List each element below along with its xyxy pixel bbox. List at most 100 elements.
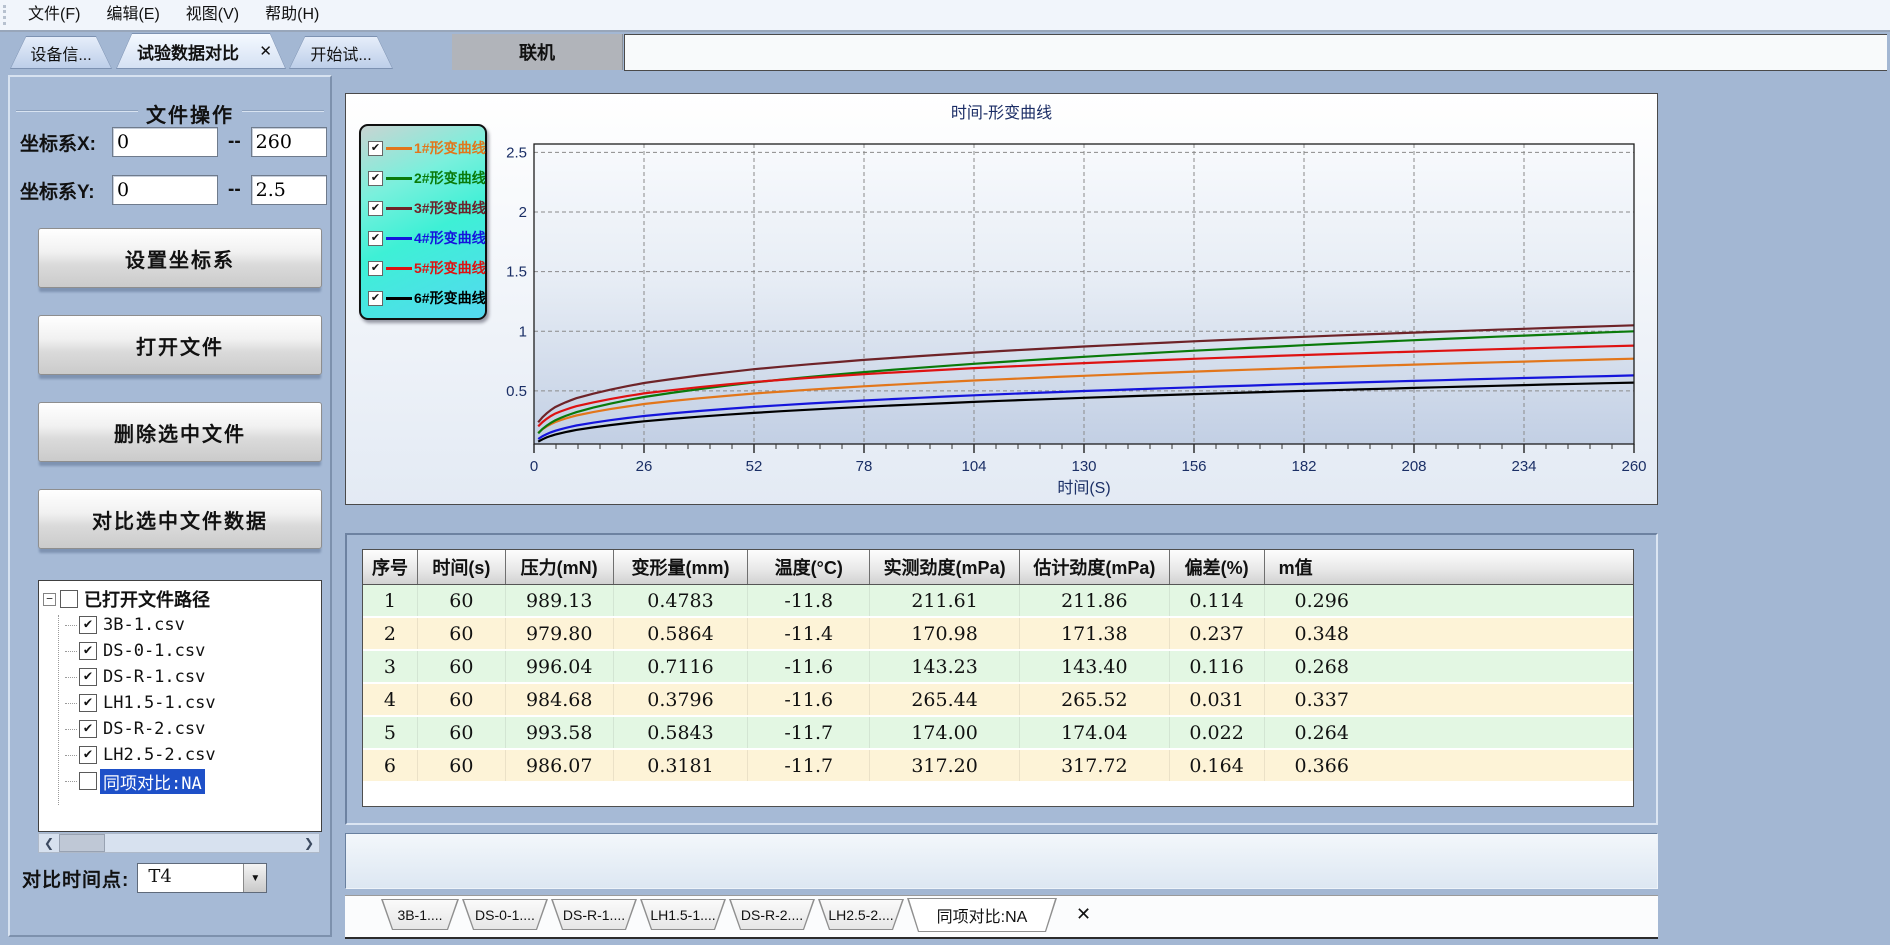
legend-item-4[interactable]: ✔5#形变曲线: [368, 258, 486, 278]
table-row-4[interactable]: 560993.580.5843-11.7174.00174.040.0220.2…: [363, 717, 1633, 750]
file-tab-5[interactable]: LH2.5-2....: [818, 899, 904, 930]
column-header-0[interactable]: 序号: [363, 550, 418, 584]
table-row-2[interactable]: 360996.040.7116-11.6143.23143.400.1160.2…: [363, 651, 1633, 684]
legend-item-0[interactable]: ✔1#形变曲线: [368, 138, 486, 158]
coord-y-max-input[interactable]: [251, 175, 327, 205]
tree-item-checkbox[interactable]: ✔: [79, 616, 97, 634]
tree-item-checkbox[interactable]: ✔: [79, 668, 97, 686]
coord-x-max-input[interactable]: [251, 127, 327, 157]
delete-selected-file-button[interactable]: 删除选中文件: [38, 402, 322, 462]
legend-checkbox[interactable]: ✔: [368, 201, 383, 216]
groupbox-title: 文件操作: [138, 99, 242, 128]
opened-files-tree: −已打开文件路径✔3B-1.csv✔DS-0-1.csv✔DS-R-1.csv✔…: [38, 580, 322, 832]
table-cell: 0.5843: [614, 717, 749, 748]
compare-selected-files-button[interactable]: 对比选中文件数据: [38, 489, 322, 549]
table-cell: 211.61: [870, 585, 1020, 616]
tree-branch-line: [65, 676, 77, 678]
menu-item-3[interactable]: 帮助(H): [252, 1, 332, 29]
column-header-8[interactable]: m值: [1265, 550, 1633, 584]
tree-expander-icon[interactable]: −: [43, 593, 56, 606]
column-header-4[interactable]: 温度(°C): [748, 550, 870, 584]
file-tab-6[interactable]: 同项对比:NA: [907, 898, 1057, 932]
tree-item-checkbox[interactable]: ✔: [79, 746, 97, 764]
set-axes-button[interactable]: 设置坐标系: [38, 228, 322, 288]
legend-item-1[interactable]: ✔2#形变曲线: [368, 168, 486, 188]
table-cell: 979.80: [506, 618, 614, 649]
legend-line-sample: [386, 147, 412, 150]
coord-x-min-input[interactable]: [112, 127, 218, 157]
menu-bar: 文件(F)编辑(E)视图(V)帮助(H): [0, 0, 1890, 32]
file-tab-3[interactable]: LH1.5-1....: [640, 899, 726, 930]
tree-item-checkbox[interactable]: ✔: [79, 642, 97, 660]
tree-item-checkbox[interactable]: [79, 772, 97, 790]
table-cell: 3: [363, 651, 418, 682]
column-header-2[interactable]: 压力(mN): [506, 550, 614, 584]
column-header-6[interactable]: 估计劲度(mPa): [1020, 550, 1170, 584]
legend-checkbox[interactable]: ✔: [368, 261, 383, 276]
tree-item-label: 同项对比:NA: [100, 769, 205, 794]
coord-x-row: 坐标系X: --: [20, 125, 327, 159]
menu-item-0[interactable]: 文件(F): [15, 1, 93, 29]
tree-item-1[interactable]: ✔DS-0-1.csv: [39, 638, 321, 664]
tree-item-2[interactable]: ✔DS-R-1.csv: [39, 664, 321, 690]
tree-item-4[interactable]: ✔DS-R-2.csv: [39, 716, 321, 742]
chart-title: 时间-形变曲线: [346, 99, 1657, 123]
table-cell: 174.04: [1020, 717, 1170, 748]
file-tab-bar: 3B-1....DS-0-1....DS-R-1....LH1.5-1....D…: [345, 895, 1658, 939]
menu-item-1[interactable]: 编辑(E): [93, 1, 172, 29]
legend-item-2[interactable]: ✔3#形变曲线: [368, 198, 486, 218]
tab-start-test[interactable]: 开始试...: [289, 36, 393, 69]
compare-time-select[interactable]: T4 ▼: [137, 863, 267, 893]
tree-item-0[interactable]: ✔3B-1.csv: [39, 612, 321, 638]
column-header-5[interactable]: 实测劲度(mPa): [870, 550, 1020, 584]
legend-checkbox[interactable]: ✔: [368, 291, 383, 306]
file-tab-1[interactable]: DS-0-1....: [462, 899, 548, 930]
table-cell: 0.264: [1265, 717, 1633, 748]
tree-item-label: DS-0-1.csv: [100, 641, 208, 661]
tab-test-data-compare[interactable]: 试验数据对比✕: [116, 33, 286, 69]
tree-horizontal-scrollbar[interactable]: ❮ ❯: [38, 833, 320, 853]
table-row-5[interactable]: 660986.070.3181-11.7317.20317.720.1640.3…: [363, 750, 1633, 783]
tree-item-checkbox[interactable]: ✔: [79, 720, 97, 738]
online-status-button[interactable]: 联机: [452, 34, 623, 70]
legend-item-5[interactable]: ✔6#形变曲线: [368, 288, 486, 308]
column-header-1[interactable]: 时间(s): [418, 550, 506, 584]
table-row-3[interactable]: 460984.680.3796-11.6265.44265.520.0310.3…: [363, 684, 1633, 717]
tree-item-6[interactable]: 同项对比:NA: [39, 768, 321, 794]
file-tab-4[interactable]: DS-R-2....: [729, 899, 815, 930]
scrollbar-left-arrow[interactable]: ❮: [39, 834, 59, 852]
column-header-3[interactable]: 变形量(mm): [614, 550, 749, 584]
dropdown-arrow-icon[interactable]: ▼: [243, 864, 266, 892]
table-row-1[interactable]: 260979.800.5864-11.4170.98171.380.2370.3…: [363, 618, 1633, 651]
tree-item-checkbox[interactable]: ✔: [79, 694, 97, 712]
svg-text:182: 182: [1291, 458, 1316, 475]
chart-panel: 时间-形变曲线 02652781041301561822082342600.51…: [345, 93, 1658, 505]
tree-root-checkbox[interactable]: [60, 590, 78, 608]
legend-line-sample: [386, 207, 412, 210]
legend-line-sample: [386, 177, 412, 180]
menu-item-2[interactable]: 视图(V): [173, 1, 252, 29]
legend-checkbox[interactable]: ✔: [368, 141, 383, 156]
coord-y-min-input[interactable]: [112, 175, 218, 205]
tab-device-info[interactable]: 设备信...: [10, 36, 112, 69]
app-window: 文件(F)编辑(E)视图(V)帮助(H) 联机 设备信...试验数据对比✕开始试…: [0, 0, 1890, 945]
table-cell: 4: [363, 684, 418, 715]
file-tab-2[interactable]: DS-R-1....: [551, 899, 637, 930]
legend-item-3[interactable]: ✔4#形变曲线: [368, 228, 486, 248]
tab-label: 同项对比:NA: [908, 899, 1056, 931]
tree-item-5[interactable]: ✔LH2.5-2.csv: [39, 742, 321, 768]
tree-item-3[interactable]: ✔LH1.5-1.csv: [39, 690, 321, 716]
table-cell: 265.52: [1020, 684, 1170, 715]
column-header-7[interactable]: 偏差(%): [1170, 550, 1265, 584]
table-row-0[interactable]: 160989.130.4783-11.8211.61211.860.1140.2…: [363, 585, 1633, 618]
legend-checkbox[interactable]: ✔: [368, 171, 383, 186]
open-file-button[interactable]: 打开文件: [38, 315, 322, 375]
close-tab-icon[interactable]: ✕: [259, 42, 272, 60]
file-tab-0[interactable]: 3B-1....: [381, 899, 459, 930]
table-cell: 0.366: [1265, 750, 1633, 781]
tree-root-item[interactable]: −已打开文件路径: [39, 581, 321, 612]
close-file-tab-icon[interactable]: ✕: [1076, 904, 1091, 925]
scrollbar-thumb[interactable]: [59, 834, 105, 852]
scrollbar-right-arrow[interactable]: ❯: [299, 834, 319, 852]
legend-checkbox[interactable]: ✔: [368, 231, 383, 246]
